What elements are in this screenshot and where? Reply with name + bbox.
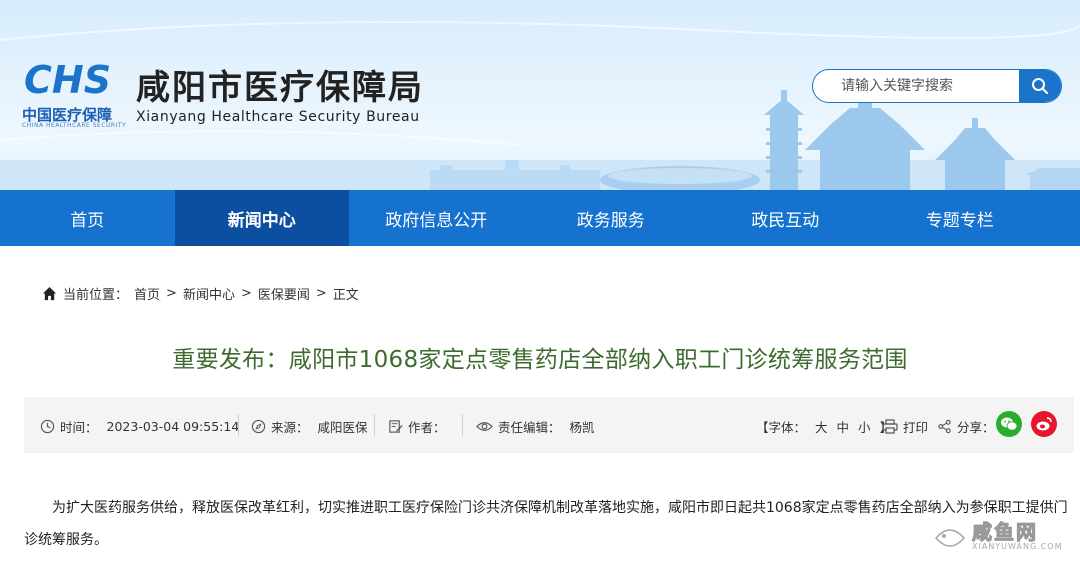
search-button[interactable] (1019, 70, 1061, 102)
fish-icon (935, 529, 965, 547)
nav-item-home[interactable]: 首页 (0, 190, 175, 246)
logo-english-text: CHINA HEALTHCARE SECURITY (22, 122, 127, 129)
meta-editor: 责任编辑： 杨凯 (476, 417, 595, 436)
nav-item-news-center[interactable]: 新闻中心 (174, 190, 349, 246)
meta-divider (462, 414, 463, 436)
edit-icon (389, 420, 403, 433)
svg-text:CHS: CHS (24, 60, 111, 100)
main-nav: 首页 新闻中心 政府信息公开 政务服务 政民互动 专题专栏 (0, 190, 1080, 246)
breadcrumb-link-insurance-news[interactable]: 医保要闻 (258, 284, 310, 303)
clock-icon (40, 419, 55, 434)
eye-icon (476, 422, 493, 431)
nav-item-gov-services[interactable]: 政务服务 (524, 190, 699, 246)
share-weibo-button[interactable] (1031, 411, 1057, 437)
printer-icon (882, 419, 898, 434)
watermark-text: 咸鱼网 (972, 520, 1038, 545)
meta-author: 作者： (388, 417, 451, 436)
site-subtitle: Xianyang Healthcare Security Bureau (136, 109, 420, 125)
meta-editor-label: 责任编辑： (498, 420, 561, 435)
article-title: 重要发布：咸阳市1068家定点零售药店全部纳入职工门诊统筹服务范围 (172, 347, 908, 373)
font-size-large-button[interactable]: 大 (815, 417, 828, 436)
meta-source-value: 咸阳医保 (317, 420, 368, 435)
meta-time-label: 时间： (60, 420, 98, 435)
share-icon (938, 419, 951, 434)
search-box (812, 69, 1062, 103)
font-size-controls: 【字体： 大 中 小 】 (756, 417, 892, 436)
search-input[interactable] (813, 70, 1021, 102)
weibo-icon (1036, 417, 1052, 431)
breadcrumb-link-news-center[interactable]: 新闻中心 (183, 284, 235, 303)
share-section: 分享： (937, 417, 995, 436)
article-meta-bar: 时间： 2023-03-04 09:55:14 来源： 咸阳医保 作者： 责任编… (24, 397, 1074, 453)
breadcrumb-prefix: 当前位置： (63, 288, 129, 303)
wechat-icon (1001, 417, 1018, 431)
meta-divider (238, 414, 239, 436)
site-title: 咸阳市医疗保障局 (136, 68, 424, 108)
share-wechat-button[interactable] (996, 411, 1022, 437)
breadcrumb-link-home[interactable]: 首页 (134, 284, 160, 303)
nav-item-gov-info[interactable]: 政府信息公开 (349, 190, 524, 246)
home-icon (42, 286, 57, 301)
chs-logo-icon: CHS (24, 60, 111, 100)
article-body-paragraph: 为扩大医药服务供给，释放医保改革红利，切实推进职工医疗保险门诊共济保障机制改革落… (24, 500, 1068, 548)
meta-author-label: 作者： (408, 420, 446, 435)
font-size-small-button[interactable]: 小 (858, 417, 871, 436)
header-banner: CHS 中国医疗保障 CHINA HEALTHCARE SECURITY 咸阳市… (0, 0, 1080, 190)
meta-time-value: 2023-03-04 09:55:14 (106, 419, 240, 434)
breadcrumb-separator: > (166, 286, 177, 301)
meta-editor-value: 杨凯 (569, 420, 595, 435)
share-label: 分享： (957, 420, 995, 435)
print-label: 打印 (903, 420, 929, 435)
breadcrumb-separator: > (315, 286, 327, 301)
search-icon (1032, 78, 1048, 94)
nav-item-interaction[interactable]: 政民互动 (698, 190, 873, 246)
meta-time: 时间： 2023-03-04 09:55:14 (40, 417, 239, 436)
compass-icon (251, 419, 266, 434)
nav-item-special-topics[interactable]: 专题专栏 (873, 190, 1048, 246)
breadcrumb: 当前位置： 首页 > 新闻中心 > 医保要闻 > 正文 (42, 284, 359, 303)
font-size-label: 【字体： (756, 420, 807, 435)
meta-source-label: 来源： (271, 420, 309, 435)
meta-divider (374, 414, 375, 436)
font-size-medium-button[interactable]: 中 (837, 417, 850, 436)
watermark-logo: 咸鱼网 XIANYUWANG.COM (932, 516, 1072, 562)
breadcrumb-separator: > (240, 286, 252, 301)
breadcrumb-current: 正文 (332, 288, 359, 303)
meta-source: 来源： 咸阳医保 (251, 417, 368, 436)
watermark-subtext: XIANYUWANG.COM (972, 542, 1063, 551)
print-button[interactable]: 打印 (882, 417, 928, 436)
